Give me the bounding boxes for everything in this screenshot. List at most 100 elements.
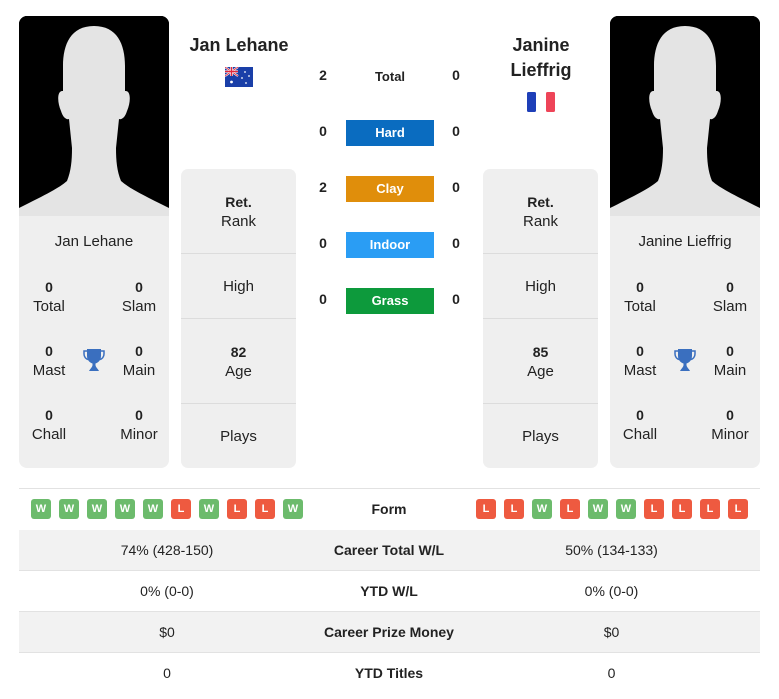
label: Slam: [712, 298, 748, 315]
career-wl-row: 74% (428-150) Career Total W/L 50% (134-…: [19, 530, 760, 571]
silhouette-icon: [19, 16, 169, 216]
value: 0: [636, 343, 644, 359]
player1-age-label: Age: [225, 363, 252, 380]
player2-first-name: Janine: [512, 35, 570, 55]
player2-chall-titles: 0 Chall: [610, 405, 670, 445]
form-win-badge: W: [143, 499, 163, 519]
ytd-titles-label: YTD Titles: [354, 665, 424, 681]
player2-minor-titles: 0 Minor: [700, 405, 760, 445]
player1-name[interactable]: Jan Lehane: [176, 33, 302, 58]
value: 0: [135, 279, 143, 295]
h2h-total-p2: 0: [452, 67, 460, 83]
form-win-badge: W: [199, 499, 219, 519]
divider: [483, 403, 598, 404]
player2-titles-card: Janine Lieffrig 0 Total 0 Slam 0 Mast 0 …: [610, 216, 760, 468]
form-loss-badge: L: [504, 499, 524, 519]
player2-card-name: Janine Lieffrig: [638, 233, 732, 250]
career-wl-label: Career Total W/L: [333, 542, 445, 558]
player1-titles-card: Jan Lehane 0 Total 0 Slam 0 Mast 0 Main …: [19, 216, 169, 468]
label: Total: [624, 298, 656, 315]
label: Minor: [711, 426, 749, 443]
player1-high-label: High: [223, 278, 254, 295]
player1-rank-value: Ret.: [225, 194, 252, 210]
player2-last-name: Lieffrig: [510, 60, 572, 80]
h2h-indoor-p2: 0: [452, 235, 460, 251]
player2-age-label: Age: [527, 363, 554, 380]
value: 0: [726, 407, 734, 423]
divider: [483, 253, 598, 254]
form-loss-badge: L: [171, 499, 191, 519]
australia-flag-icon: [225, 67, 253, 87]
player2-high-label: High: [525, 278, 556, 295]
label: Main: [713, 362, 747, 379]
player2-info-panel: Ret. Rank High 85 Age Plays: [483, 169, 598, 468]
h2h-total-label: Total: [374, 69, 406, 84]
value: 0: [135, 343, 143, 359]
prize-label: Career Prize Money: [324, 624, 454, 640]
form-win-badge: W: [283, 499, 303, 519]
value: 0: [45, 279, 53, 295]
divider: [483, 318, 598, 319]
form-win-badge: W: [87, 499, 107, 519]
player2-ytd-wl: 0% (0-0): [584, 583, 639, 599]
surface-indoor-badge: Indoor: [346, 232, 434, 258]
label: Total: [33, 298, 65, 315]
player1-prize: $0: [159, 624, 175, 640]
player2-rank-value: Ret.: [527, 194, 554, 210]
player1-minor-titles: 0 Minor: [109, 405, 169, 445]
player2-career-wl: 50% (134-133): [565, 542, 658, 558]
player2-main-titles: 0 Main: [700, 341, 760, 381]
h2h-clay-p2: 0: [452, 179, 460, 195]
divider: [181, 403, 296, 404]
player1-rank-label: Rank: [220, 213, 257, 230]
h2h-grass-p2: 0: [452, 291, 460, 307]
h2h-hard-p1: 0: [319, 123, 327, 139]
value: 0: [726, 343, 734, 359]
surface-hard-badge: Hard: [346, 120, 434, 146]
player1-info-panel: Ret. Rank High 82 Age Plays: [181, 169, 296, 468]
silhouette-icon: [610, 16, 760, 216]
player1-career-wl: 74% (428-150): [120, 542, 214, 558]
player2-name[interactable]: Janine Lieffrig: [478, 33, 604, 83]
player2-rank-label: Rank: [522, 213, 559, 230]
form-win-badge: W: [588, 499, 608, 519]
player2-mast-titles: 0 Mast: [610, 341, 670, 381]
label: Mast: [32, 362, 66, 379]
label: Chall: [31, 426, 67, 443]
form-loss-badge: L: [728, 499, 748, 519]
form-win-badge: W: [115, 499, 135, 519]
value: 0: [636, 279, 644, 295]
form-loss-badge: L: [644, 499, 664, 519]
form-loss-badge: L: [255, 499, 275, 519]
player1-total-titles: 0 Total: [19, 277, 79, 317]
form-row: WWWWWLWLLW Form LLWLWWLLLL: [19, 489, 760, 530]
player2-photo: [610, 16, 760, 216]
surface-clay-badge: Clay: [346, 176, 434, 202]
value: 0: [135, 407, 143, 423]
value: 0: [45, 407, 53, 423]
form-win-badge: W: [532, 499, 552, 519]
prize-row: $0 Career Prize Money $0: [19, 612, 760, 653]
ytd-wl-row: 0% (0-0) YTD W/L 0% (0-0): [19, 571, 760, 612]
divider: [181, 253, 296, 254]
form-loss-badge: L: [227, 499, 247, 519]
h2h-total-p1: 2: [319, 67, 327, 83]
ytd-titles-row: 0 YTD Titles 0: [19, 653, 760, 694]
player1-chall-titles: 0 Chall: [19, 405, 79, 445]
player1-photo: [19, 16, 169, 216]
player1-slam-titles: 0 Slam: [109, 277, 169, 317]
player2-total-titles: 0 Total: [610, 277, 670, 317]
player2-ytd-titles: 0: [607, 665, 616, 681]
player1-ytd-wl: 0% (0-0): [140, 583, 194, 599]
france-flag-icon: [527, 92, 555, 112]
label: Slam: [121, 298, 157, 315]
form-loss-badge: L: [476, 499, 496, 519]
player1-plays-label: Plays: [220, 428, 257, 445]
value: 0: [726, 279, 734, 295]
player2-prize: $0: [603, 624, 620, 640]
label: Mast: [623, 362, 657, 379]
trophy-icon: [674, 349, 696, 371]
value: 0: [636, 407, 644, 423]
form-win-badge: W: [616, 499, 636, 519]
divider: [181, 318, 296, 319]
